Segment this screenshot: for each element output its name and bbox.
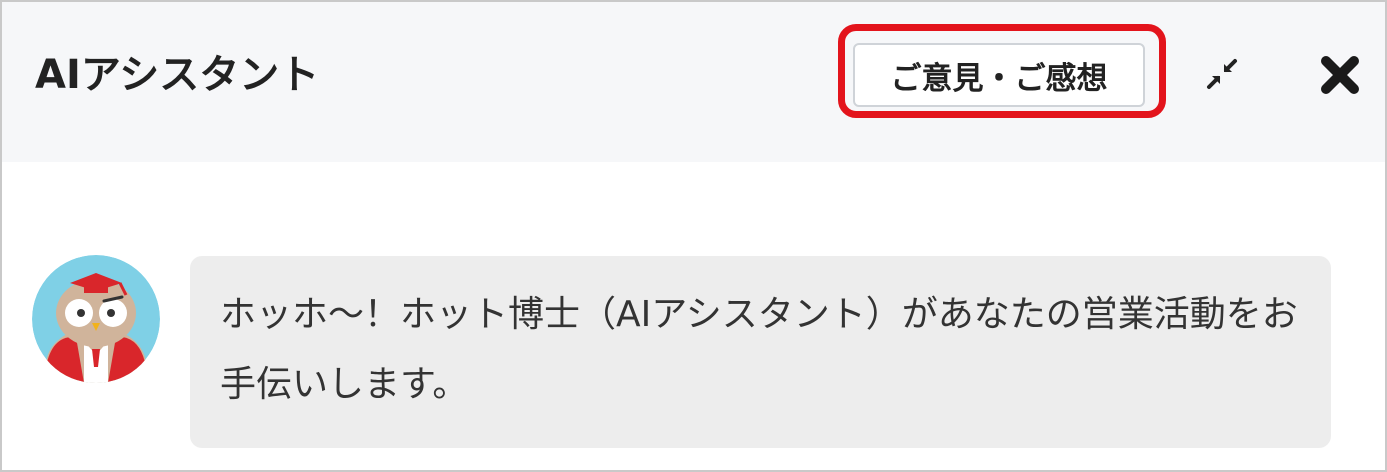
assistant-message-text: ホッホ～！ホット博士（AIアシスタント）があなたの営業活動をお手伝いします。 (220, 294, 1298, 405)
owl-professor-avatar (32, 255, 160, 383)
ai-assistant-panel: AIアシスタント ご意見・ご感想 ホッホ～！ホット博士（AIアシスタント）があな… (0, 0, 1387, 472)
panel-header: AIアシスタント ご意見・ご感想 (2, 2, 1385, 162)
close-icon (1321, 56, 1359, 94)
close-button[interactable] (1312, 47, 1368, 103)
minimize-button[interactable] (1198, 50, 1246, 98)
panel-title: AIアシスタント (35, 52, 320, 98)
collapse-arrows-icon (1207, 59, 1237, 89)
assistant-message-bubble: ホッホ～！ホット博士（AIアシスタント）があなたの営業活動をお手伝いします。 (190, 256, 1331, 448)
feedback-button[interactable]: ご意見・ご感想 (853, 43, 1145, 107)
